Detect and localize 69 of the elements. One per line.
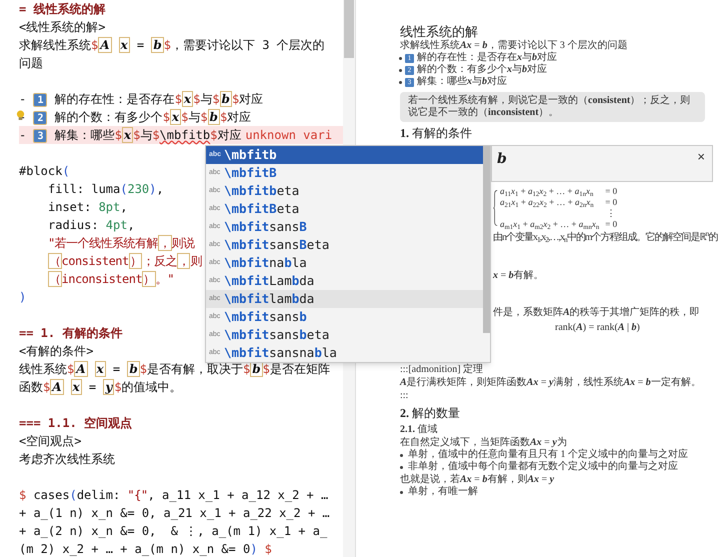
completion-label: \mbfitB xyxy=(224,164,277,182)
list-item: 单射，值域中的任意向量有且只有 1 个定义域中的向量与之对应 xyxy=(408,449,688,460)
completion-label: \mbfitsansnabla xyxy=(224,344,337,362)
equation-row-text: a$_{11}$x$_{1}$ + a$_{12}$x$_{2}$ + … + a$_{1n}$x$_{n}$ xyxy=(500,186,594,197)
subsection-heading: 2.1. 值域 xyxy=(400,424,438,436)
code-line: 求解线性系统$ A x = b $，需要讨论以下 3 个层次的 xyxy=(19,36,325,54)
paragraph: 求解线性系统Ax = b，需要讨论以下 3 个层次的问题 xyxy=(400,40,628,52)
paragraph: x = b有解。 xyxy=(492,270,545,282)
section-heading: 2. 解的数量 xyxy=(400,406,461,420)
equation: rank(A) = rank(A | b) xyxy=(554,322,641,334)
code-line: == 1. 有解的条件 xyxy=(19,325,122,342)
code-line: （consistent）；反之，则 xyxy=(47,252,202,270)
paragraph: 也就是说，若Ax = b有解，则Ax = y xyxy=(400,474,556,486)
quote-block: 若一个线性系统有解，则说它是一致的（consistent）；反之，则说它是不一致的（inconsistent）。 xyxy=(400,92,705,122)
code-line: <线性系统的解> xyxy=(19,19,106,36)
close-button[interactable]: × xyxy=(695,150,707,164)
section-heading: 1. 有解的条件 xyxy=(400,126,473,140)
code-line: 函数$ A x = y $的值域中。 xyxy=(19,378,182,396)
completion-label: \mbfitnabla xyxy=(224,254,307,272)
list-item: 解集：哪些x与b对应 xyxy=(417,76,507,88)
scrollbar-thumb[interactable] xyxy=(344,0,354,58)
paragraph: 件是，系数矩阵A的秩等于其增广矩阵的秩，即 xyxy=(492,307,701,319)
code-line: （inconsistent）。" xyxy=(47,270,174,288)
code-line: <空间观点> xyxy=(19,433,82,450)
lightbulb-icon[interactable] xyxy=(16,110,25,121)
completion-label: \mbfitsansB xyxy=(224,218,307,236)
code-line: 考虑齐次线性系统 xyxy=(19,451,115,468)
completion-label: \mbfitsansb xyxy=(224,308,307,326)
code-line: ) xyxy=(19,289,26,306)
completion-label: \mbfitsansBeta xyxy=(224,236,330,254)
code-line: <有解的条件> xyxy=(19,343,94,360)
code-line: - 1 解的存在性：是否存在$ x $与$ b $对应 xyxy=(19,90,264,108)
code-line: + a_(1 n) x_n &= 0, a_21 x_1 + a_22 x_2 + … xyxy=(19,505,330,522)
equation-rhs: = 0 xyxy=(605,197,618,208)
code-line: radius: 4pt, xyxy=(47,217,135,234)
symbol-preview: b xyxy=(497,150,507,168)
code-line: = 线性系统的解 xyxy=(19,1,106,18)
equation-row-text: a$_{21}$x$_{1}$ + a$_{22}$x$_{2}$ + … + a$_{2n}$x$_{n}$ xyxy=(500,197,595,208)
paragraph: 在自然定义域下，当矩阵函数Ax = y为 xyxy=(400,437,568,448)
error-message: unknown vari xyxy=(245,127,332,144)
code-line: (m 2) x_2 + … + a_(m n) x_n &= 0) $ xyxy=(19,541,272,557)
document-title: 线性系统的解 xyxy=(400,24,479,39)
code-line: 问题 xyxy=(19,55,43,72)
completion-label: \mbfitLambda xyxy=(224,272,314,290)
paragraph: ::: xyxy=(400,390,410,402)
code-line: + a_(2 n) x_n &= 0, & ⋮, a_(m 1) x_1 + a_ xyxy=(19,523,328,540)
scrollbar-thumb[interactable] xyxy=(483,146,490,333)
equation-rhs: = 0 xyxy=(605,219,618,230)
completion-label: \mbfitbeta xyxy=(224,182,300,200)
paragraph: A是行满秩矩阵，则矩阵函数Ax = y满射，线性系统Ax = b一定有解。 xyxy=(400,377,702,389)
completion-label: \mbfitsansbeta xyxy=(224,326,330,344)
code-line: $ cases(delim: "{", a_11 x_1 + a_12 x_2 + … xyxy=(19,487,328,504)
equation-rhs: ⋮ xyxy=(606,208,617,219)
completion-label: \mbfitb xyxy=(224,146,277,164)
equation-row: a$_{m1}$x$_{1}$ + a$_{m2}$x$_{2}$ + … + a$_{mn}$x$_{n}$ xyxy=(500,219,600,230)
list-item: 非单射，值域中每个向量都有无数个定义域中的向量与之对应 xyxy=(408,461,678,473)
completion-label: \mbfitlambda xyxy=(224,290,314,308)
list-item: 解的个数：有多少个x与b对应 xyxy=(417,64,547,76)
code-line: inset: 8pt, xyxy=(47,199,128,216)
code-line: #block( xyxy=(19,163,70,180)
equation-rhs: = 0 xyxy=(605,186,618,197)
paragraph: :::[admonition] 定理 xyxy=(400,364,484,376)
code-line: - 3 解集：哪些$ x $与$\mbfitb$对应 xyxy=(19,126,242,144)
list-item: 解的存在性：是否存在x与b对应 xyxy=(417,52,557,64)
code-line: === 1.1. 空间观点 xyxy=(19,415,132,432)
code-line: fill: luma(230), xyxy=(47,181,164,198)
paragraph: 由n个变量x$_{1}$,x$_{2}$,…,x$_{n}$中的m个方程组成。它的解空间是ℝ$^{n}$的 xyxy=(493,230,718,245)
list-item: 单射，有唯一解 xyxy=(408,486,478,498)
completion-label: \mbfitBeta xyxy=(224,200,300,218)
